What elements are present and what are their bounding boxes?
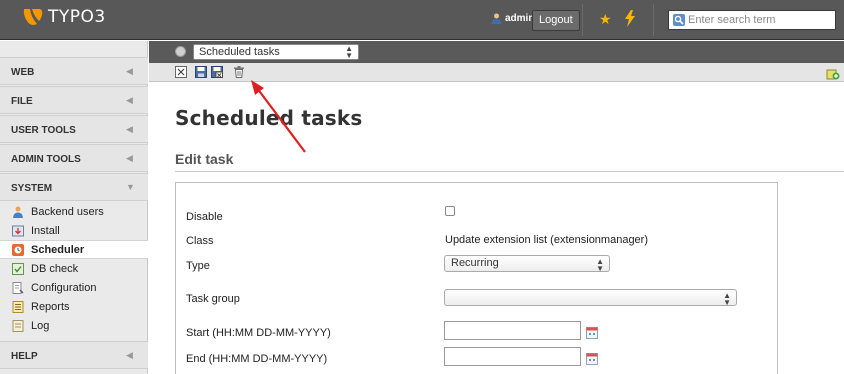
arrow-head	[251, 80, 264, 95]
arrow-shaft	[256, 87, 306, 153]
annotation-arrow	[251, 80, 306, 153]
